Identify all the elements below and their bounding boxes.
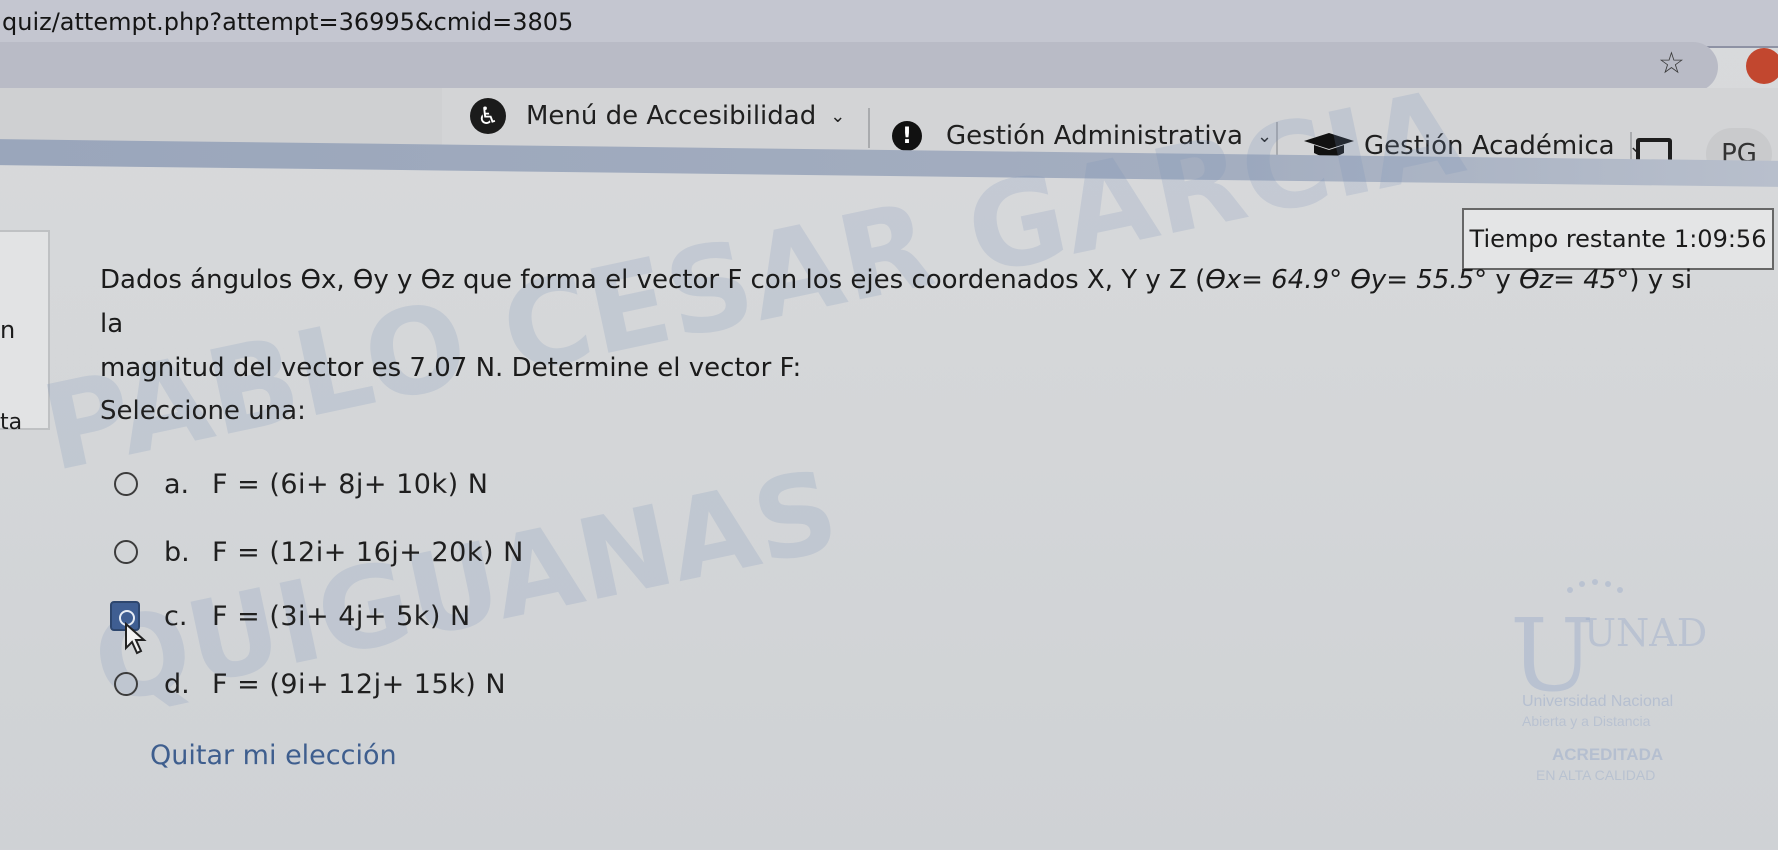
answer-option-c[interactable]: c. F = (3i+ 4j+ 5k) N <box>110 596 471 636</box>
answer-option-d[interactable]: d. F = (9i+ 12j+ 15k) N <box>114 664 506 704</box>
radio-b[interactable] <box>114 540 138 564</box>
chevron-down-icon: ⌄ <box>1256 125 1273 147</box>
answer-option-b[interactable]: b. F = (12i+ 16j+ 20k) N <box>114 532 524 572</box>
admin-menu[interactable]: ! Gestión Administrativa ⌄ <box>892 118 1272 154</box>
url-text[interactable]: quiz/attempt.php?attempt=36995&cmid=3805 <box>2 8 573 36</box>
bookmark-star-icon[interactable]: ☆ <box>1658 46 1685 81</box>
nav-divider <box>868 108 870 148</box>
left-partial-text: n <box>0 316 16 344</box>
left-partial-text: ta <box>0 410 23 435</box>
question-line-2: magnitud del vector es 7.07 N. Determine… <box>100 353 802 383</box>
accessibility-menu-label: Menú de Accesibilidad <box>526 101 817 131</box>
question-line-1: Dados ángulos ϴx, ϴy y ϴz que forma el v… <box>100 265 1693 339</box>
alert-icon: ! <box>892 121 922 151</box>
svg-text:Abierta y a Distancia: Abierta y a Distancia <box>1522 713 1651 729</box>
mouse-pointer-icon <box>125 622 147 655</box>
svg-text:EN ALTA CALIDAD: EN ALTA CALIDAD <box>1536 767 1655 783</box>
browser-profile-icon[interactable] <box>1746 48 1778 84</box>
radio-d[interactable] <box>114 672 138 696</box>
accessibility-menu[interactable]: ♿ Menú de Accesibilidad ⌄ <box>470 98 845 134</box>
select-one-label: Seleccione una: <box>100 396 306 426</box>
timer-label: Tiempo restante <box>1469 225 1666 253</box>
admin-menu-label: Gestión Administrativa <box>946 121 1243 151</box>
unad-logo: U UNAD Universidad Nacional Abierta y a … <box>1510 579 1707 783</box>
browser-url-bar[interactable]: quiz/attempt.php?attempt=36995&cmid=3805 <box>0 0 1778 48</box>
svg-text:ACREDITADA: ACREDITADA <box>1552 745 1663 764</box>
chevron-down-icon: ⌄ <box>830 105 846 127</box>
address-pill <box>0 42 1718 92</box>
answer-option-a[interactable]: a. F = (6i+ 8j+ 10k) N <box>114 464 488 504</box>
timer-value: 1:09:56 <box>1673 225 1767 253</box>
svg-text:Universidad Nacional: Universidad Nacional <box>1522 693 1673 710</box>
svg-text:UNAD: UNAD <box>1584 611 1707 655</box>
clear-choice-link[interactable]: Quitar mi elección <box>150 740 397 771</box>
accessibility-icon: ♿ <box>470 98 506 134</box>
question-text: Dados ángulos ϴx, ϴy y ϴz que forma el v… <box>100 258 1700 390</box>
radio-a[interactable] <box>114 472 138 496</box>
